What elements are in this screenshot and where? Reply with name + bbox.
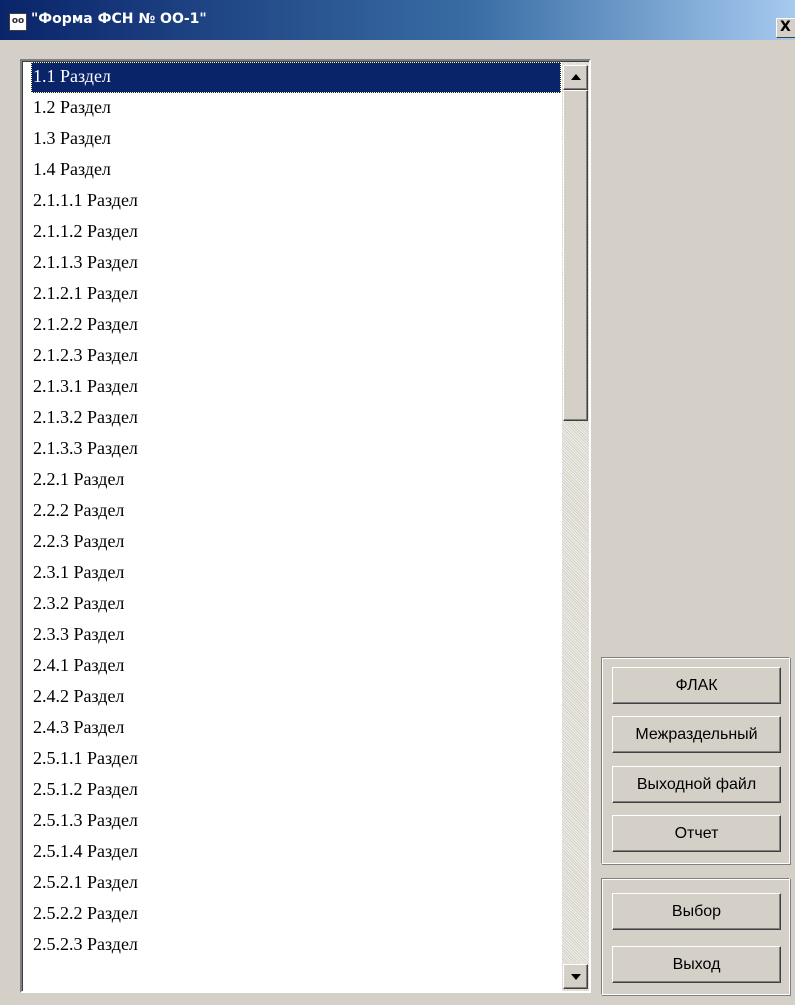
mezhrazdelny-button[interactable]: Межраздельный (612, 716, 781, 753)
output-file-button[interactable]: Выходной файл (612, 766, 781, 803)
list-item[interactable]: 2.4.1 Раздел (31, 651, 561, 682)
list-item[interactable]: 1.3 Раздел (31, 124, 561, 155)
list-item[interactable]: 2.1.2.2 Раздел (31, 310, 561, 341)
list-item[interactable]: 2.1.3.3 Раздел (31, 434, 561, 465)
list-item[interactable]: 2.1.1.2 Раздел (31, 217, 561, 248)
list-item[interactable]: 2.5.2.1 Раздел (31, 868, 561, 899)
list-item[interactable]: 2.5.2.3 Раздел (31, 930, 561, 961)
vertical-scrollbar[interactable] (562, 62, 589, 991)
exit-button[interactable]: Выход (612, 946, 781, 983)
title-separator (0, 40, 795, 43)
list-item[interactable]: 2.4.3 Раздел (31, 713, 561, 744)
list-item[interactable]: 1.4 Раздел (31, 155, 561, 186)
list-item[interactable]: 2.3.2 Раздел (31, 589, 561, 620)
app-icon[interactable]: oo (9, 13, 27, 31)
list-item[interactable]: 2.5.1.3 Раздел (31, 806, 561, 837)
list-item[interactable]: 2.1.3.2 Раздел (31, 403, 561, 434)
list-item[interactable]: 2.3.1 Раздел (31, 558, 561, 589)
scroll-thumb[interactable] (563, 90, 588, 421)
scroll-down-button[interactable] (563, 964, 588, 989)
arrow-up-icon (571, 74, 581, 80)
close-button[interactable]: X (776, 18, 795, 38)
list-item[interactable]: 2.5.1.4 Раздел (31, 837, 561, 868)
select-button[interactable]: Выбор (612, 893, 781, 930)
list-item[interactable]: 2.5.1.1 Раздел (31, 744, 561, 775)
list-item[interactable]: 2.5.2.2 Раздел (31, 899, 561, 930)
list-item[interactable]: 2.2.3 Раздел (31, 527, 561, 558)
list-item[interactable]: 2.5.1.2 Раздел (31, 775, 561, 806)
section-listbox[interactable]: 1.1 Раздел 1.2 Раздел 1.3 Раздел 1.4 Раздел… (20, 59, 591, 993)
title-bar[interactable]: oo "Форма ФСН № ОО-1" X (0, 0, 795, 40)
arrow-down-icon (571, 974, 581, 980)
flak-button[interactable]: ФЛАК (612, 667, 781, 704)
main-window: oo "Форма ФСН № ОО-1" X 1.1 Раздел 1.2 Ра… (0, 0, 795, 1005)
list-item[interactable]: 2.1.1.3 Раздел (31, 248, 561, 279)
list-item[interactable]: 2.2.1 Раздел (31, 465, 561, 496)
list-item[interactable]: 2.1.3.1 Раздел (31, 372, 561, 403)
list-item[interactable]: 2.1.2.1 Раздел (31, 279, 561, 310)
list-item[interactable]: 2.3.3 Раздел (31, 620, 561, 651)
report-button[interactable]: Отчет (612, 815, 781, 852)
list-item[interactable]: 2.2.2 Раздел (31, 496, 561, 527)
list-item[interactable]: 1.2 Раздел (31, 93, 561, 124)
scroll-up-button[interactable] (563, 65, 588, 90)
listbox-frame: 1.1 Раздел 1.2 Раздел 1.3 Раздел 1.4 Раздел… (22, 61, 589, 991)
list-item[interactable]: 2.1.2.3 Раздел (31, 341, 561, 372)
list-item[interactable]: 2.4.2 Раздел (31, 682, 561, 713)
section-list[interactable]: 1.1 Раздел 1.2 Раздел 1.3 Раздел 1.4 Раздел… (31, 62, 561, 961)
window-title: "Форма ФСН № ОО-1" (31, 11, 207, 27)
list-item[interactable]: 1.1 Раздел (31, 62, 561, 93)
list-item[interactable]: 2.1.1.1 Раздел (31, 186, 561, 217)
